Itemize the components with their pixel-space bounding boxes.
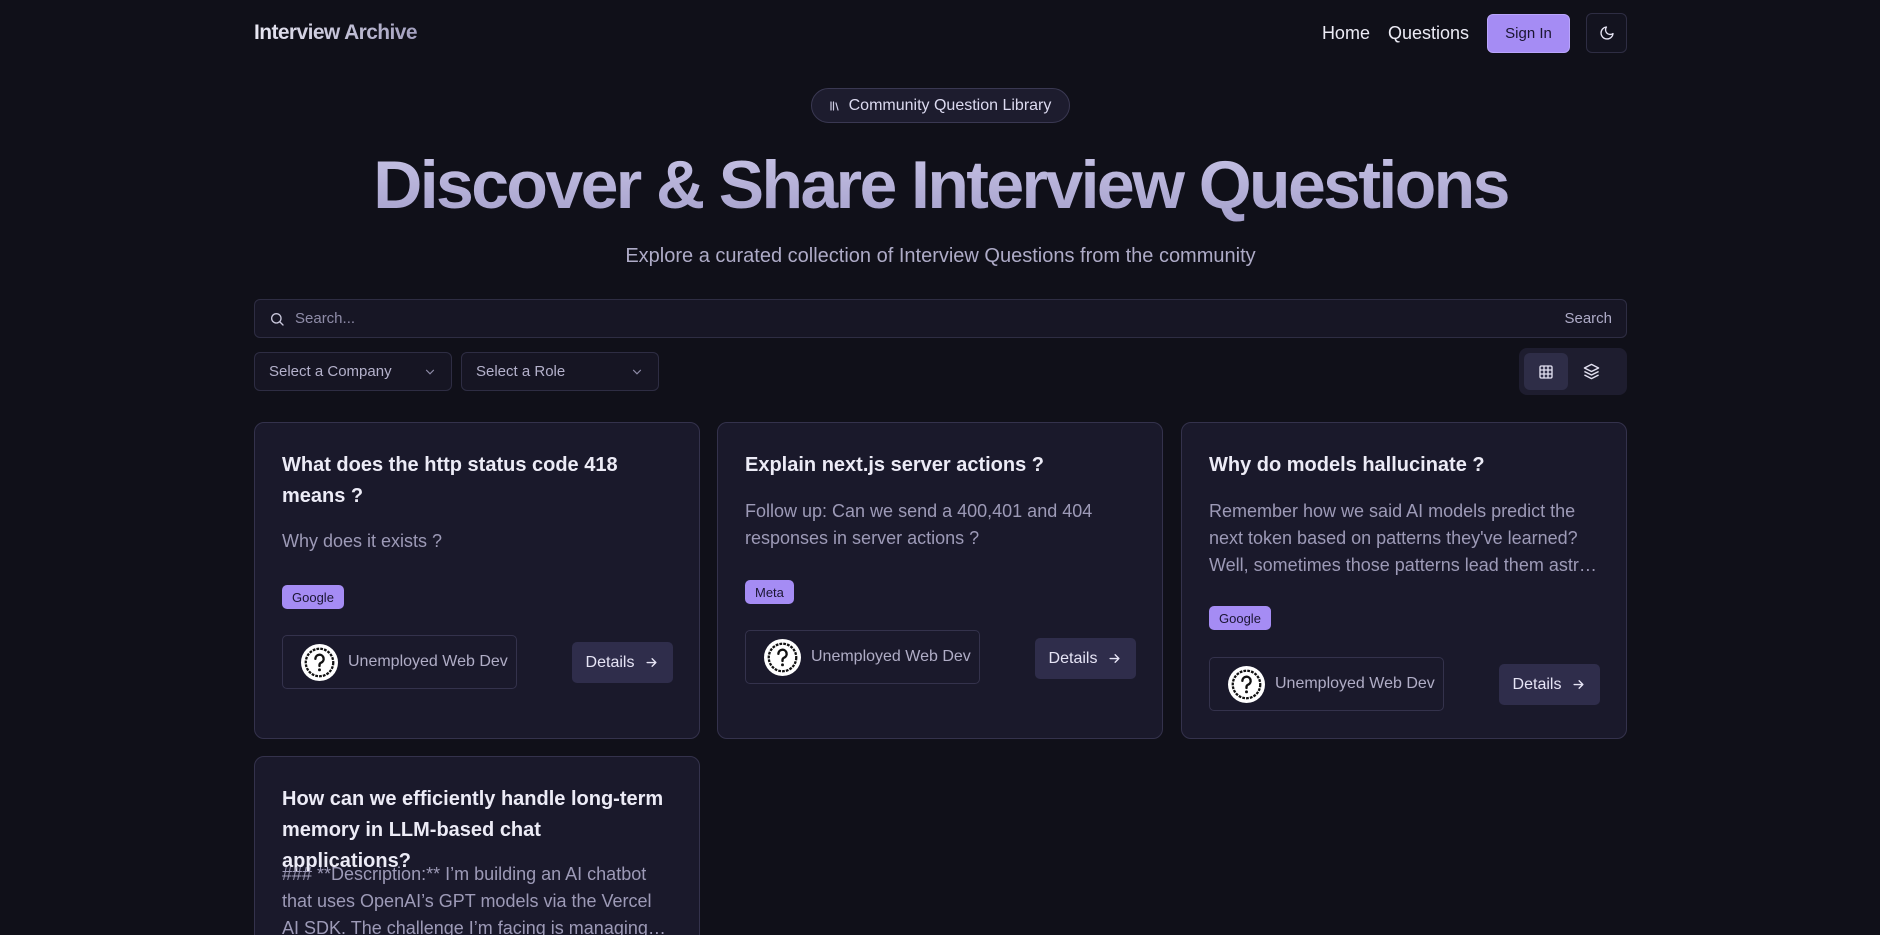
details-button[interactable]: Details (1035, 638, 1136, 679)
question-mark-icon (304, 647, 335, 677)
company-select[interactable]: Select a Company (254, 352, 452, 391)
details-label: Details (1048, 649, 1098, 667)
details-button[interactable]: Details (1499, 664, 1600, 705)
moon-icon (1599, 26, 1614, 40)
search-bar: Search (254, 299, 1627, 338)
company-tag[interactable]: Meta (745, 580, 794, 604)
nav-bar: Home Questions Sign In (1322, 13, 1627, 53)
question-mark-icon (1231, 669, 1262, 699)
question-description: ### **Description:** I’m building an AI … (282, 864, 652, 935)
author-chip[interactable]: Unemployed Web Dev (1209, 657, 1444, 711)
page-title: Discover & Share Interview Questions (254, 145, 1627, 225)
question-card[interactable]: How can we efficiently handle long-term … (254, 756, 700, 935)
page-container: Interview Archive Home Questions Sign In… (254, 0, 1627, 935)
question-description: Why does it exists ? (282, 531, 443, 551)
details-label: Details (585, 653, 635, 671)
author-chip[interactable]: Unemployed Web Dev (745, 630, 980, 684)
nav-questions-link[interactable]: Questions (1388, 23, 1469, 44)
author-name: Unemployed Web Dev (348, 653, 508, 670)
question-mark-icon (767, 642, 798, 672)
author-name: Unemployed Web Dev (811, 648, 971, 665)
company-select-value: Select a Company (269, 363, 392, 380)
search-button[interactable]: Search (1564, 310, 1612, 327)
filter-bar: Select a Company Select a Role (254, 352, 668, 391)
grid-icon (1539, 364, 1553, 379)
role-select[interactable]: Select a Role (461, 352, 659, 391)
nav-home-link[interactable]: Home (1322, 23, 1370, 44)
theme-toggle-button[interactable] (1586, 13, 1627, 53)
grid-view-button[interactable] (1524, 353, 1568, 390)
stack-view-button[interactable] (1569, 353, 1613, 390)
details-label: Details (1512, 675, 1562, 693)
author-name: Unemployed Web Dev (1275, 675, 1435, 692)
top-navbar: Interview Archive Home Questions Sign In (254, 0, 1627, 66)
site-logo[interactable]: Interview Archive (254, 21, 418, 45)
search-input[interactable] (295, 310, 1565, 327)
layers-icon (1583, 363, 1599, 380)
avatar (1228, 665, 1265, 703)
badge-label: Community Question Library (848, 96, 1052, 114)
sign-in-button[interactable]: Sign In (1487, 13, 1570, 53)
question-description: Follow up: Can we send a 400,401 and 404… (745, 501, 1093, 548)
arrow-right-icon (1109, 654, 1121, 663)
search-icon (271, 312, 284, 326)
question-description: Remember how we said AI models predict t… (1209, 501, 1598, 575)
details-button[interactable]: Details (572, 642, 673, 683)
question-card[interactable]: Why do models hallucinate ? Remember how… (1181, 422, 1627, 739)
view-toggle (1519, 348, 1627, 395)
role-select-value: Select a Role (476, 363, 566, 380)
arrow-right-icon (1573, 680, 1585, 689)
community-badge: Community Question Library (810, 88, 1071, 123)
question-title[interactable]: Why do models hallucinate ? (1209, 450, 1602, 481)
question-card[interactable]: Explain next.js server actions ? Follow … (717, 422, 1163, 739)
company-tag[interactable]: Google (282, 585, 344, 609)
chevron-down-icon (632, 369, 642, 375)
author-chip[interactable]: Unemployed Web Dev (282, 635, 517, 689)
question-title[interactable]: Explain next.js server actions ? (745, 450, 1138, 481)
page-subtitle: Explore a curated collection of Intervie… (625, 245, 1256, 267)
arrow-right-icon (646, 658, 658, 667)
question-card[interactable]: What does the http status code 418 means… (254, 422, 700, 739)
company-tag[interactable]: Google (1209, 606, 1271, 630)
question-title[interactable]: What does the http status code 418 means… (282, 450, 675, 512)
avatar (764, 638, 801, 676)
library-icon (830, 100, 839, 111)
chevron-down-icon (425, 369, 435, 375)
avatar (301, 643, 338, 681)
